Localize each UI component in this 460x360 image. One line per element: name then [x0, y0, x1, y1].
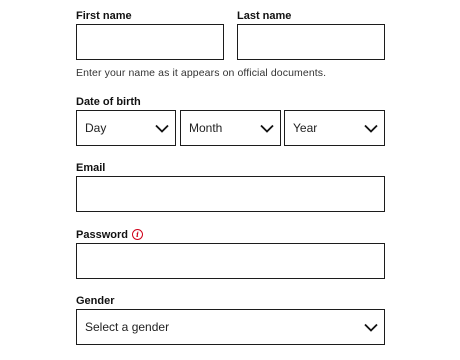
info-icon[interactable]: i: [131, 229, 143, 240]
first-name-input[interactable]: [76, 24, 224, 60]
last-name-label: Last name: [237, 10, 292, 22]
dob-month-select[interactable]: Month: [180, 110, 281, 146]
name-hint-text: Enter your name as it appears on officia…: [76, 67, 327, 79]
chevron-down-icon: [364, 323, 378, 332]
chevron-down-icon: [155, 124, 169, 133]
chevron-down-icon: [260, 124, 274, 133]
dob-month-value: Month: [189, 121, 223, 135]
gender-select[interactable]: Select a gender: [76, 309, 385, 345]
gender-label: Gender: [76, 295, 115, 307]
password-input[interactable]: [76, 243, 385, 279]
dob-day-value: Day: [85, 121, 107, 135]
email-input[interactable]: [76, 176, 385, 212]
first-name-label: First name: [76, 10, 132, 22]
password-label-text: Password: [76, 229, 128, 241]
dob-label: Date of birth: [76, 96, 141, 108]
chevron-down-icon: [364, 124, 378, 133]
last-name-input[interactable]: [237, 24, 385, 60]
password-label: Password i: [76, 229, 143, 241]
gender-selected-value: Select a gender: [85, 320, 170, 334]
dob-day-select[interactable]: Day: [76, 110, 176, 146]
email-label: Email: [76, 162, 106, 174]
dob-year-value: Year: [293, 121, 318, 135]
dob-year-select[interactable]: Year: [284, 110, 385, 146]
